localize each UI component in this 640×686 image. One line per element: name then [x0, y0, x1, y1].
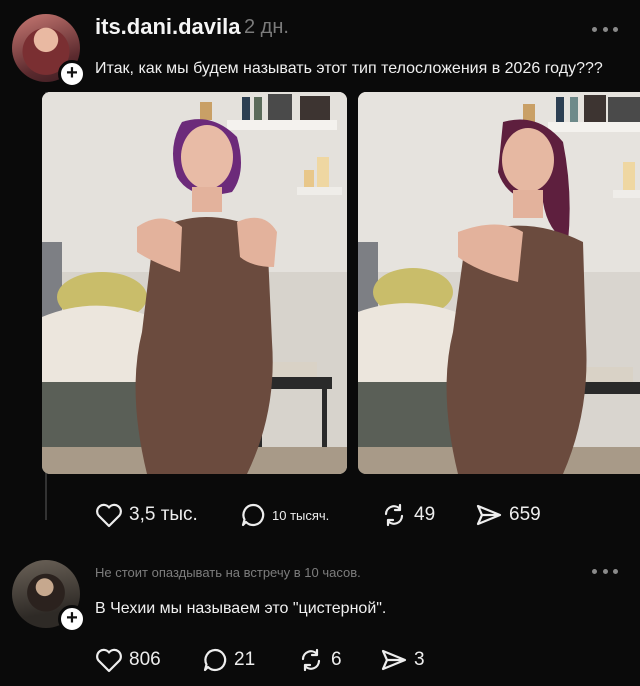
comment-bubble-icon [241, 503, 265, 527]
reply-text: В Чехии мы называем это "цистерной". [95, 600, 387, 617]
reply-repost-count: 6 [331, 649, 342, 670]
follow-plus-icon[interactable]: + [58, 60, 86, 88]
repost-icon [301, 648, 321, 672]
reply-comment-count: 21 [234, 649, 256, 670]
comment-count: 10 тысяч. [272, 507, 330, 523]
send-icon [381, 649, 407, 671]
send-icon [476, 504, 502, 526]
reply-like-button[interactable]: 806 [95, 647, 161, 673]
comment-button[interactable]: 10 тысяч. [240, 502, 329, 528]
author-username[interactable]: its.dani.davila [95, 14, 241, 40]
more-options-icon[interactable] [592, 24, 618, 34]
repost-icon [384, 503, 404, 527]
reply-repost-button[interactable]: 6 [297, 647, 342, 673]
reply-meta-text: Не стоит опаздывать на встречу в 10 часо… [95, 565, 361, 580]
reply-like-count: 806 [129, 649, 161, 670]
repost-button[interactable]: 49 [380, 502, 435, 528]
comment-bubble-icon [203, 648, 227, 672]
share-button[interactable]: 659 [475, 502, 541, 528]
post-photo-1[interactable] [42, 92, 347, 474]
reply-comment-button[interactable]: 21 [202, 647, 255, 673]
post-time: 2 дн. [244, 16, 289, 38]
like-count: 3,5 тыс. [129, 504, 198, 525]
post-text: Итак, как мы будем называть этот тип тел… [95, 60, 603, 77]
follow-plus-icon[interactable]: + [58, 605, 86, 633]
reply-more-options-icon[interactable] [592, 566, 618, 576]
heart-icon [96, 503, 122, 528]
share-count: 659 [509, 504, 541, 525]
like-button[interactable]: 3,5 тыс. [95, 502, 198, 528]
reply-share-count: 3 [414, 649, 425, 670]
heart-icon [96, 648, 122, 673]
post-photo-2[interactable] [358, 92, 640, 474]
reply-share-button[interactable]: 3 [380, 647, 425, 673]
repost-count: 49 [414, 504, 436, 525]
